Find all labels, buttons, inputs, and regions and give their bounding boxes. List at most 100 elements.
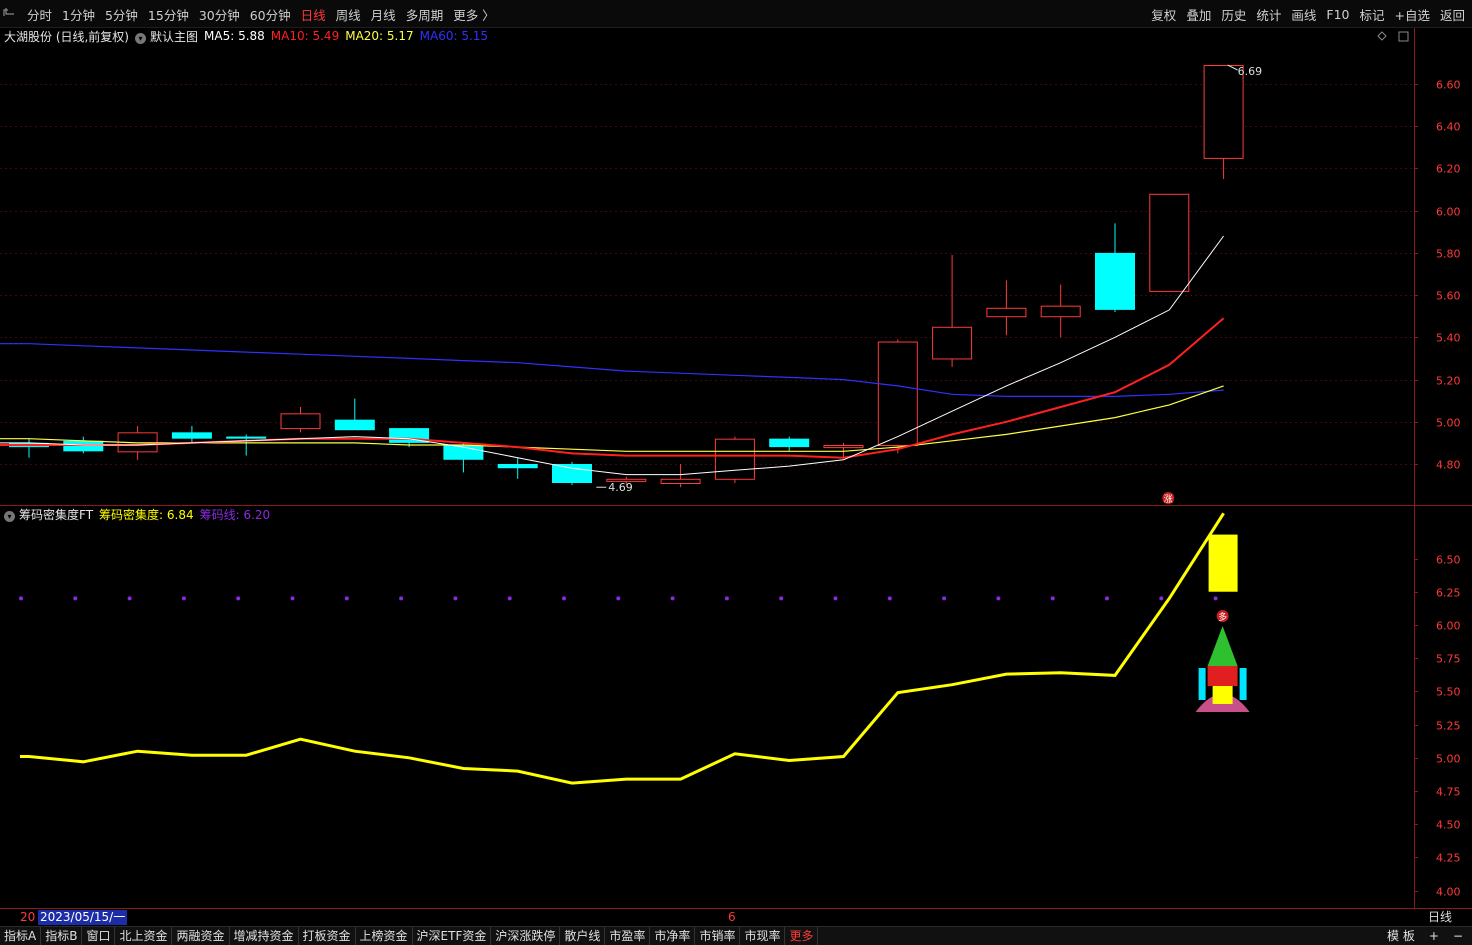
indicator-tabs: 指标A 指标B 窗口 北上资金 两融资金 增减持资金 打板资金 上榜资金 沪深ETF资金 沪深涨跌… xyxy=(0,927,819,945)
price-tick-label: 6.00 xyxy=(1436,206,1461,219)
rocket-body xyxy=(1207,666,1238,686)
main-chart-panel[interactable]: 6.60 6.40 6.20 6.00 5.80 5.60 5.40 5.20 5.00 4.80… xyxy=(0,28,1472,506)
bottom-tab-6[interactable]: 打板资金 xyxy=(299,927,356,945)
diamond-icon xyxy=(1377,31,1387,41)
candle-body xyxy=(1203,65,1244,159)
chip-dot xyxy=(1159,596,1164,601)
candlestick-chart[interactable]: 6.60 6.40 6.20 6.00 5.80 5.60 5.40 5.20 5.00 4.80… xyxy=(0,28,1472,506)
bottom-tab-1[interactable]: 指标B xyxy=(41,927,83,945)
chip-dot xyxy=(453,596,458,601)
bottom-tab-10[interactable]: 散户线 xyxy=(560,927,606,945)
tool-button-8[interactable]: 返回 xyxy=(1435,5,1470,24)
period-tab-10[interactable]: 更多 〉 xyxy=(448,5,499,24)
tool-button-3[interactable]: 统计 xyxy=(1251,5,1286,24)
tool-button-4[interactable]: 画线 xyxy=(1286,5,1321,24)
period-tab-0[interactable]: 分时 xyxy=(22,5,57,24)
candle-body xyxy=(660,478,701,484)
bottom-control-2[interactable]: − xyxy=(1446,927,1470,945)
value-tick-label: 4.00 xyxy=(1436,886,1461,899)
chip-density-chart[interactable]: 6.50 6.25 6.00 5.75 5.50 5.25 5.00 4.75 4.50 4.25… xyxy=(0,506,1472,908)
indicator-dropdown[interactable]: ▾ 筹码密集度FT xyxy=(4,506,93,523)
period-tab-6[interactable]: 日线 xyxy=(296,5,331,24)
main-chart-legend: 大湖股份 (日线,前复权) ▾ 默认主图 MA5: 5.88 MA10: 5.49… xyxy=(4,28,494,44)
chip-dot xyxy=(833,596,838,601)
template-dropdown[interactable]: ▾ 默认主图 xyxy=(135,28,198,45)
chip-dot xyxy=(73,596,78,601)
top-toolbar: 分时 1分钟 5分钟 15分钟 30分钟 60分钟 日线 周线 月线 多周期 更多 〉 复权 叠加 历史… xyxy=(0,0,1472,28)
bottom-tab-14[interactable]: 市现率 xyxy=(740,927,786,945)
ma60-legend: MA60: 5.15 xyxy=(419,29,489,43)
tool-button-1[interactable]: 叠加 xyxy=(1181,5,1216,24)
bottom-tab-5[interactable]: 增减持资金 xyxy=(230,927,299,945)
density-legend: 筹码密集度: 6.84 xyxy=(99,507,194,522)
candle-body xyxy=(63,440,104,452)
period-tab-8[interactable]: 月线 xyxy=(366,5,401,24)
stock-title[interactable]: 大湖股份 (日线,前复权) xyxy=(4,28,129,45)
period-tab-1[interactable]: 1分钟 xyxy=(57,5,100,24)
period-tabs: 分时 1分钟 5分钟 15分钟 30分钟 60分钟 日线 周线 月线 多周期 更多 〉 xyxy=(22,0,500,28)
period-tab-2[interactable]: 5分钟 xyxy=(100,5,143,24)
candle xyxy=(334,398,375,431)
candle-body xyxy=(280,413,321,430)
chip-dot xyxy=(399,596,404,601)
candle xyxy=(1203,65,1244,179)
bottom-tab-11[interactable]: 市盈率 xyxy=(605,927,651,945)
price-tick-label: 5.00 xyxy=(1436,417,1461,430)
period-tab-9[interactable]: 多周期 xyxy=(401,5,449,24)
ma20-line xyxy=(0,385,1224,452)
indicator-panel[interactable]: 6.50 6.25 6.00 5.75 5.50 5.25 5.00 4.75 4.50 4.25… xyxy=(0,506,1472,908)
tool-button-2[interactable]: 历史 xyxy=(1216,5,1251,24)
value-tick-label: 6.00 xyxy=(1436,620,1461,633)
candle-body xyxy=(714,438,755,480)
value-tick-label: 4.25 xyxy=(1436,852,1461,865)
bottom-tab-7[interactable]: 上榜资金 xyxy=(356,927,413,945)
candle xyxy=(714,436,755,483)
rocket-fin-left xyxy=(1198,668,1206,700)
bottom-tab-2[interactable]: 窗口 xyxy=(82,927,116,945)
signal-bar xyxy=(1208,534,1238,592)
bottom-control-0[interactable]: 模 板 xyxy=(1380,927,1422,945)
candle xyxy=(171,426,212,443)
time-axis: 20 2023/05/15/一 6 日线 xyxy=(0,908,1472,926)
bottom-tab-3[interactable]: 北上资金 xyxy=(115,927,173,945)
bottom-tab-4[interactable]: 两融资金 xyxy=(172,927,230,945)
bottom-tab-0[interactable]: 指标A xyxy=(0,927,42,945)
bottom-tab-12[interactable]: 市净率 xyxy=(650,927,696,945)
chip-dot xyxy=(290,596,295,601)
window-icon[interactable] xyxy=(2,6,18,20)
bottom-tab-13[interactable]: 市销率 xyxy=(695,927,741,945)
tool-button-6[interactable]: 标记 xyxy=(1354,5,1389,24)
bottom-tab-8[interactable]: 沪深ETF资金 xyxy=(413,927,492,945)
candle xyxy=(226,434,267,456)
selected-date: 2023/05/15/一 xyxy=(38,910,128,925)
tool-button-0[interactable]: 复权 xyxy=(1146,5,1181,24)
value-tick-label: 6.50 xyxy=(1436,554,1461,567)
candle xyxy=(1149,193,1190,292)
period-tab-3[interactable]: 15分钟 xyxy=(143,5,194,24)
tool-button-5[interactable]: F10 xyxy=(1321,7,1354,22)
value-tick-label: 5.00 xyxy=(1436,753,1461,766)
candle-body xyxy=(769,438,810,448)
value-tick-label: 5.75 xyxy=(1436,653,1461,666)
bottom-tab-15[interactable]: 更多 xyxy=(785,927,819,945)
chevron-down-icon[interactable]: ▾ xyxy=(135,32,146,44)
ma10-legend: MA10: 5.49 xyxy=(270,29,340,43)
panel-toggle-icon xyxy=(1398,31,1409,42)
chip-dot xyxy=(1213,596,1218,601)
chip-dot xyxy=(236,596,241,601)
rocket-nose xyxy=(1207,626,1238,666)
low-label: 4.69 xyxy=(608,481,633,494)
bottom-tab-9[interactable]: 沪深涨跌停 xyxy=(491,927,561,945)
candle-body xyxy=(226,436,267,439)
value-tick-label: 4.75 xyxy=(1436,786,1461,799)
period-tab-4[interactable]: 30分钟 xyxy=(194,5,245,24)
tool-button-7[interactable]: +自选 xyxy=(1390,5,1435,24)
rocket-icon xyxy=(1195,626,1250,712)
bottom-control-1[interactable]: + xyxy=(1422,927,1446,945)
period-tab-7[interactable]: 周线 xyxy=(331,5,366,24)
chip-dot xyxy=(616,596,621,601)
period-tab-5[interactable]: 60分钟 xyxy=(245,5,296,24)
candle xyxy=(280,407,321,433)
candle-body xyxy=(1040,305,1081,318)
chevron-down-icon[interactable]: ▾ xyxy=(4,510,15,522)
